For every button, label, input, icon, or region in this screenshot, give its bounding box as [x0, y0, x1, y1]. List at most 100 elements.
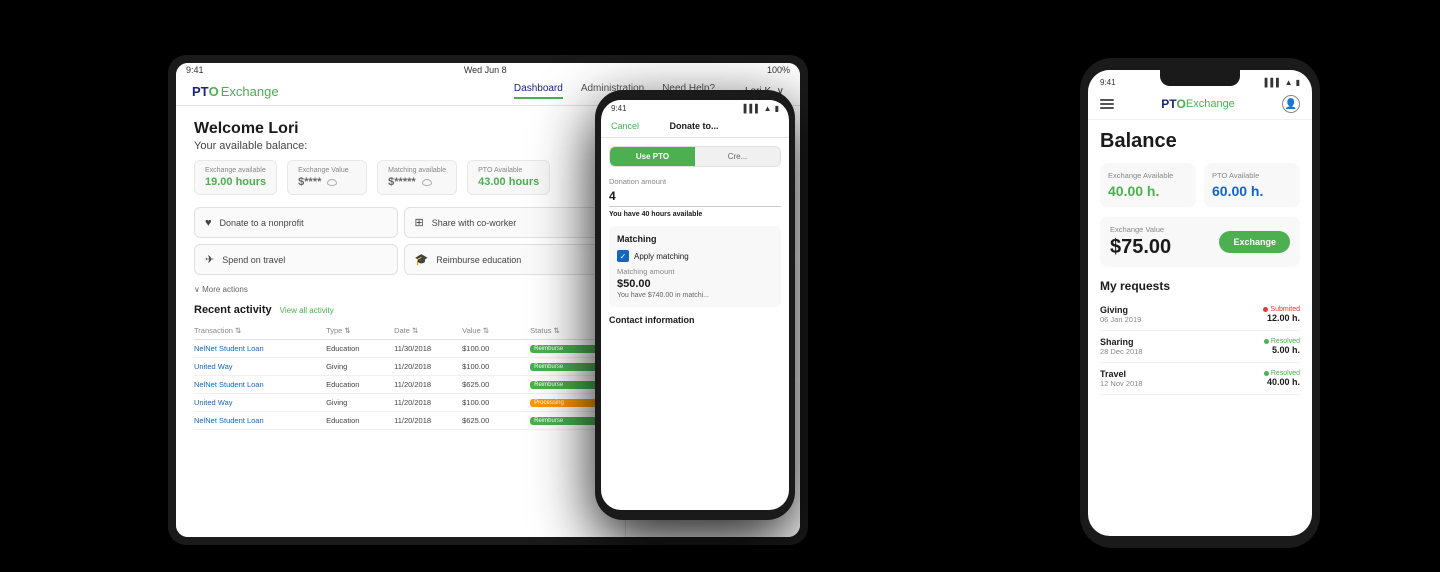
balance-cards-row: Exchange available 19.00 hours Exchange …	[194, 160, 607, 195]
balance-label-pto: PTO Available	[478, 167, 539, 174]
row5-type: Education	[326, 416, 390, 425]
col-date: Date ⇅	[394, 326, 458, 335]
phone2-navbar: PTO Exchange 👤	[1088, 89, 1312, 120]
action-donate-label: Donate to a nonprofit	[220, 218, 304, 228]
action-share-label: Share with co-worker	[432, 218, 517, 228]
use-pto-tabs: Use PTO Cre...	[609, 146, 781, 167]
p2-ev-value: $75.00	[1110, 236, 1171, 259]
recent-title: Recent activity	[194, 304, 272, 316]
row2-value: $100.00	[462, 362, 526, 371]
row1-transaction[interactable]: NelNet Student Loan	[194, 344, 322, 353]
request-giving-hours: 12.00 h.	[1263, 313, 1300, 323]
col-type: Type ⇅	[326, 326, 390, 335]
heart-icon: ♥	[205, 217, 212, 229]
request-sharing-right: Resolved 5.00 h.	[1264, 338, 1300, 355]
logo-exchange: Exchange	[221, 84, 279, 99]
actions-grid: ♥ Donate to a nonprofit ⊞ Share with co-…	[194, 207, 607, 275]
tablet-date: Wed Jun 8	[464, 65, 507, 75]
p2-pto-value: 60.00 h.	[1212, 183, 1292, 199]
phone1-title: Donate to...	[670, 121, 719, 131]
request-sharing-status: Resolved	[1264, 338, 1300, 345]
balance-label-ev: Exchange Value	[298, 167, 356, 174]
p2-ea-label: Exchange Available	[1108, 171, 1188, 180]
row4-type: Giving	[326, 398, 390, 407]
exchange-button[interactable]: Exchange	[1219, 231, 1290, 253]
phone1-content: Use PTO Cre... Donation amount 4 You hav…	[601, 138, 789, 510]
phone2-indicators: ▌▌▌ ▲ ▮	[1265, 78, 1300, 87]
request-giving-date: 06 Jan 2019	[1100, 315, 1141, 324]
request-item-travel: Travel 12 Nov 2018 Resolved 40.00 h.	[1100, 363, 1300, 395]
phone1-time: 9:41	[611, 104, 627, 113]
battery-icon: ▮	[775, 104, 779, 113]
nav-dashboard[interactable]: Dashboard	[514, 83, 563, 99]
col-transaction: Transaction ⇅	[194, 326, 322, 335]
matching-section: Matching ✓ Apply matching Matching amoun…	[609, 226, 781, 307]
logo-pt: PT	[1161, 97, 1176, 111]
tab-credit[interactable]: Cre...	[695, 147, 780, 166]
row3-value: $625.00	[462, 380, 526, 389]
table-header: Transaction ⇅ Type ⇅ Date ⇅ Value ⇅ Stat…	[194, 322, 607, 340]
signal-icon: ▌▌▌	[1265, 78, 1282, 87]
row2-type: Giving	[326, 362, 390, 371]
row2-transaction[interactable]: United Way	[194, 362, 322, 371]
logo-o: O	[209, 84, 219, 99]
action-share[interactable]: ⊞ Share with co-worker	[404, 207, 608, 238]
request-sharing-hours: 5.00 h.	[1264, 345, 1300, 355]
request-sharing-left: Sharing 28 Dec 2018	[1100, 337, 1143, 356]
balance-value-ev: $****	[298, 176, 356, 188]
logo-pt: PT	[192, 84, 209, 99]
wifi-icon: ▲	[1285, 78, 1293, 87]
user-profile-icon[interactable]: 👤	[1282, 95, 1300, 113]
row1-value: $100.00	[462, 344, 526, 353]
balance-label-matching: Matching available	[388, 167, 446, 174]
phone1-device: 9:41 ▌▌▌ ▲ ▮ Cancel Donate to... Use PTO…	[595, 90, 795, 520]
phone2-logo: PTO Exchange	[1161, 97, 1235, 111]
row3-type: Education	[326, 380, 390, 389]
phone2-notch	[1160, 70, 1240, 86]
phone2-content: Balance Exchange Available 40.00 h. PTO …	[1088, 120, 1312, 536]
action-travel[interactable]: ✈ Spend on travel	[194, 244, 398, 275]
p2-exchange-value-card: Exchange Value $75.00 Exchange	[1100, 217, 1300, 267]
status-dot-red	[1263, 307, 1268, 312]
action-education-label: Reimburse education	[436, 255, 521, 265]
row1-date: 11/30/2018	[394, 344, 458, 353]
contact-section: Contact information	[609, 315, 781, 325]
request-giving-type: Giving	[1100, 305, 1141, 315]
balance-card-pto: PTO Available 43.00 hours	[467, 160, 550, 195]
row3-transaction[interactable]: NelNet Student Loan	[194, 380, 322, 389]
matching-checkbox[interactable]: ✓	[617, 250, 629, 262]
welcome-subtitle: Your available balance:	[194, 140, 607, 152]
recent-activity-header: Recent activity View all activity	[194, 304, 607, 316]
request-travel-left: Travel 12 Nov 2018	[1100, 369, 1143, 388]
balance-card-exchange: Exchange available 19.00 hours	[194, 160, 277, 195]
tab-use-pto[interactable]: Use PTO	[610, 147, 695, 166]
donation-amount-value[interactable]: 4	[609, 189, 781, 207]
row4-transaction[interactable]: United Way	[194, 398, 322, 407]
status-dot-green2	[1264, 371, 1269, 376]
p2-ev-label: Exchange Value	[1110, 225, 1171, 234]
action-education[interactable]: 🎓 Reimburse education	[404, 244, 608, 275]
request-sharing-date: 28 Dec 2018	[1100, 347, 1143, 356]
request-giving-left: Giving 06 Jan 2019	[1100, 305, 1141, 324]
more-actions-toggle[interactable]: ∨ More actions	[194, 285, 607, 294]
row4-value: $100.00	[462, 398, 526, 407]
phone2-device: 9:41 ▌▌▌ ▲ ▮ PTO Exchange 👤 Balance	[1080, 58, 1320, 548]
matching-amount-value: $50.00	[617, 278, 773, 290]
wifi-icon: ▲	[764, 104, 772, 113]
view-all-link[interactable]: View all activity	[280, 306, 334, 315]
eye-icon-ev[interactable]	[327, 179, 337, 186]
request-travel-date: 12 Nov 2018	[1100, 379, 1143, 388]
hamburger-menu[interactable]	[1100, 99, 1114, 109]
matching-note: You have $740.00 in matchi...	[617, 292, 773, 299]
balance-card-matching: Matching available $*****	[377, 160, 457, 195]
eye-icon-matching[interactable]	[422, 179, 432, 186]
row5-value: $625.00	[462, 416, 526, 425]
balance-value-exchange: 19.00 hours	[205, 176, 266, 188]
row5-transaction[interactable]: NelNet Student Loan	[194, 416, 322, 425]
matching-title: Matching	[617, 234, 773, 244]
phone2-screen: 9:41 ▌▌▌ ▲ ▮ PTO Exchange 👤 Balance	[1088, 70, 1312, 536]
phone1-cancel-button[interactable]: Cancel	[611, 121, 639, 131]
matching-checkbox-label: Apply matching	[634, 252, 689, 261]
request-travel-hours: 40.00 h.	[1264, 377, 1300, 387]
action-donate[interactable]: ♥ Donate to a nonprofit	[194, 207, 398, 238]
